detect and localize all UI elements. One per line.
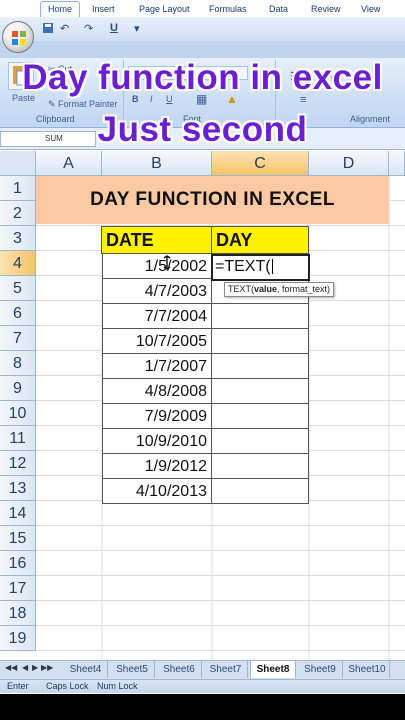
tab-insert[interactable]: Insert xyxy=(92,2,115,17)
row-header-17[interactable]: 17 xyxy=(0,576,36,601)
row-header-7[interactable]: 7 xyxy=(0,326,36,351)
tab-view[interactable]: View xyxy=(361,2,380,17)
day-cell[interactable] xyxy=(212,479,309,504)
mouse-pointer-icon xyxy=(163,255,171,270)
day-cell[interactable] xyxy=(212,404,309,429)
next-sheet-nav-icon[interactable]: ▶ xyxy=(32,663,38,672)
row-header-8[interactable]: 8 xyxy=(0,351,36,376)
tab-review[interactable]: Review xyxy=(311,2,341,17)
day-header-cell[interactable]: DAY xyxy=(211,226,309,254)
row-header-11[interactable]: 11 xyxy=(0,426,36,451)
active-cell-c4[interactable]: =TEXT( xyxy=(211,254,310,281)
date-cell[interactable]: 1/5/2002 xyxy=(102,254,212,279)
date-cell[interactable]: 10/9/2010 xyxy=(102,429,212,454)
sheet-tab-sheet7[interactable]: Sheet7 xyxy=(204,661,248,678)
row-header-5[interactable]: 5 xyxy=(0,276,36,301)
ribbon-tabs xyxy=(0,41,405,58)
office-button[interactable] xyxy=(2,21,34,53)
tab-home[interactable]: Home xyxy=(40,1,81,17)
row-header-15[interactable]: 15 xyxy=(0,526,36,551)
office-logo-icon xyxy=(12,31,26,45)
text-caret xyxy=(271,259,273,275)
tab-data[interactable]: Data xyxy=(269,2,288,17)
function-tooltip[interactable]: TEXT(value, format_text) xyxy=(224,282,335,297)
prev-sheet-nav-icon[interactable]: ◀ xyxy=(22,663,28,672)
undo-icon[interactable]: ↶ xyxy=(60,22,69,38)
column-header-d[interactable]: D xyxy=(309,151,389,176)
overlay-caption-line2: Just second xyxy=(97,110,308,149)
sheet-tab-sheet10[interactable]: Sheet10 xyxy=(345,661,390,678)
overlay-caption-line1: Day function in excel xyxy=(22,58,383,97)
format-painter-icon[interactable]: ✎ xyxy=(48,99,56,110)
sheet-title-cell[interactable]: DAY FUNCTION IN EXCEL xyxy=(36,176,389,224)
sheet-tab-sheet5[interactable]: Sheet5 xyxy=(110,661,155,678)
status-num-lock: Num Lock xyxy=(97,681,138,691)
row-header-16[interactable]: 16 xyxy=(0,551,36,576)
row-header-3[interactable]: 3 xyxy=(0,226,36,251)
sheet-tab-sheet8[interactable]: Sheet8 xyxy=(250,661,296,678)
row-header-1[interactable]: 1 xyxy=(0,176,36,201)
date-cell[interactable]: 7/9/2009 xyxy=(102,404,212,429)
row-header-9[interactable]: 9 xyxy=(0,376,36,401)
date-cell[interactable]: 4/10/2013 xyxy=(102,479,212,504)
row-header-14[interactable]: 14 xyxy=(0,501,36,526)
date-cell[interactable]: 7/7/2004 xyxy=(102,304,212,329)
sheet-tab-sheet4[interactable]: Sheet4 xyxy=(64,661,108,678)
sheet-tab-sheet6[interactable]: Sheet6 xyxy=(157,661,202,678)
day-cell[interactable] xyxy=(212,354,309,379)
status-mode: Enter xyxy=(7,681,29,691)
day-cell[interactable] xyxy=(212,304,309,329)
row-header-10[interactable]: 10 xyxy=(0,401,36,426)
first-sheet-nav-icon[interactable]: ◀◀ xyxy=(5,663,17,672)
row-header-12[interactable]: 12 xyxy=(0,451,36,476)
date-cell[interactable]: 10/7/2005 xyxy=(102,329,212,354)
tab-page-layout[interactable]: Page Layout xyxy=(139,2,190,17)
tooltip-arg-value: value xyxy=(254,284,278,294)
tab-formulas[interactable]: Formulas xyxy=(209,2,247,17)
row-header-6[interactable]: 6 xyxy=(0,301,36,326)
column-header-c[interactable]: C xyxy=(212,151,309,176)
date-cell[interactable]: 1/7/2007 xyxy=(102,354,212,379)
redo-icon[interactable]: ↷ xyxy=(84,22,93,38)
excel-window: ↶ ↷ U ▾ Home Insert Page Layout Formulas… xyxy=(0,0,405,720)
row-header-18[interactable]: 18 xyxy=(0,601,36,626)
column-header-b[interactable]: B xyxy=(102,151,212,176)
column-header-a[interactable]: A xyxy=(36,151,102,176)
status-caps-lock: Caps Lock xyxy=(46,681,89,691)
row-header-13[interactable]: 13 xyxy=(0,476,36,501)
day-cell[interactable] xyxy=(212,454,309,479)
tooltip-rest: , format_text) xyxy=(277,284,331,294)
date-cell[interactable]: 4/7/2003 xyxy=(102,279,212,304)
tooltip-fn: TEXT( xyxy=(228,284,254,294)
video-letterbox xyxy=(0,694,405,720)
sheet-tab-sheet9[interactable]: Sheet9 xyxy=(298,661,343,678)
row-header-4[interactable]: 4 xyxy=(0,251,36,276)
last-sheet-nav-icon[interactable]: ▶▶ xyxy=(41,663,53,672)
row-header-19[interactable]: 19 xyxy=(0,626,36,651)
quick-underline-icon[interactable]: U xyxy=(110,22,118,38)
day-cell[interactable] xyxy=(212,429,309,454)
select-all-corner[interactable] xyxy=(0,151,36,176)
formula-text: =TEXT( xyxy=(215,258,271,275)
format-painter-button[interactable]: Format Painter xyxy=(58,99,118,109)
save-icon[interactable] xyxy=(42,22,54,38)
date-cell[interactable]: 1/9/2012 xyxy=(102,454,212,479)
date-header-cell[interactable]: DATE xyxy=(101,226,212,254)
date-cell[interactable]: 4/8/2008 xyxy=(102,379,212,404)
row-header-2[interactable]: 2 xyxy=(0,201,36,226)
customize-toolbar-icon[interactable]: ▾ xyxy=(134,22,140,38)
day-cell[interactable] xyxy=(212,329,309,354)
day-cell[interactable] xyxy=(212,379,309,404)
column-header-e[interactable] xyxy=(389,151,405,176)
